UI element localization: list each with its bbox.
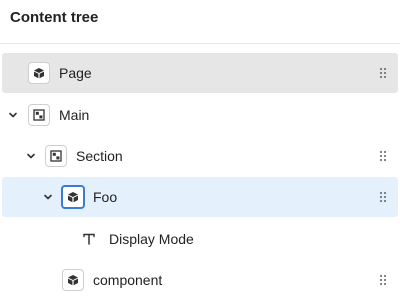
layout-icon (28, 104, 50, 126)
chevron-down-icon[interactable] (7, 109, 19, 121)
drag-handle-icon[interactable] (379, 191, 387, 203)
chevron-down-icon[interactable] (25, 150, 37, 162)
drag-handle-icon[interactable] (379, 274, 387, 286)
cube-icon (28, 62, 50, 84)
cube-icon (62, 269, 84, 291)
tree-item-page[interactable]: Page (2, 53, 398, 93)
content-tree-panel: Content tree Page Main Section Foo Displ… (0, 0, 400, 308)
drag-handle-icon[interactable] (379, 67, 387, 79)
tree-item-label: component (93, 272, 163, 288)
layout-icon (45, 145, 67, 167)
tree-item-label: Section (76, 148, 123, 164)
tree-item-component[interactable]: component (2, 260, 398, 300)
tree-item-label: Foo (93, 189, 118, 205)
tree-item-foo[interactable]: Foo (2, 177, 398, 217)
cube-icon (61, 185, 85, 209)
tree-item-section[interactable]: Section (2, 136, 398, 176)
panel-title: Content tree (10, 9, 99, 26)
tree-item-label: Main (59, 107, 90, 123)
text-icon (78, 228, 100, 250)
chevron-down-icon[interactable] (42, 191, 54, 203)
drag-handle-icon[interactable] (379, 150, 387, 162)
tree-item-display-mode[interactable]: Display Mode (2, 219, 398, 259)
tree-item-label: Display Mode (109, 231, 194, 247)
tree-item-main[interactable]: Main (2, 95, 398, 135)
panel-header: Content tree (0, 0, 400, 44)
tree-item-label: Page (59, 65, 92, 81)
